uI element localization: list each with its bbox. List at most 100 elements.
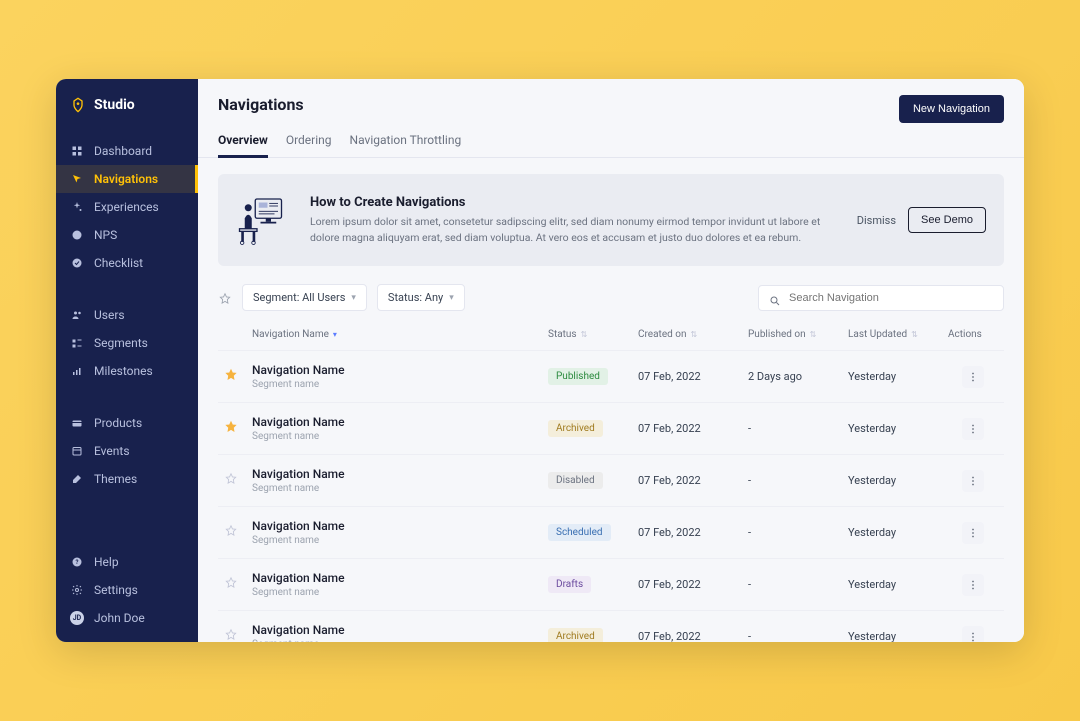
navigation-name: Navigation Name	[252, 519, 548, 533]
column-header-created[interactable]: Created on ⇅	[638, 329, 748, 340]
row-actions-button[interactable]	[962, 470, 984, 492]
see-demo-button[interactable]: See Demo	[908, 207, 986, 233]
created-cell: 07 Feb, 2022	[638, 578, 748, 591]
gear-icon	[70, 583, 84, 597]
sidebar-item-experiences[interactable]: Experiences	[56, 193, 198, 221]
sidebar-item-john-doe[interactable]: JDJohn Doe	[56, 604, 198, 632]
main-content: Navigations New Navigation Overview Order…	[198, 79, 1024, 642]
status-badge: Published	[548, 368, 608, 385]
column-header-status[interactable]: Status ⇅	[548, 329, 638, 340]
sidebar-item-checklist[interactable]: Checklist	[56, 249, 198, 277]
favorites-filter-icon[interactable]	[218, 291, 232, 305]
navigation-name-cell[interactable]: Navigation NameSegment name	[252, 519, 548, 546]
tab-navigation-throttling[interactable]: Navigation Throttling	[350, 133, 462, 157]
navigation-name-cell[interactable]: Navigation NameSegment name	[252, 415, 548, 442]
navigation-name-cell[interactable]: Navigation NameSegment name	[252, 467, 548, 494]
row-actions-button[interactable]	[962, 522, 984, 544]
tab-overview[interactable]: Overview	[218, 133, 268, 157]
sidebar-item-navigations[interactable]: Navigations	[56, 165, 198, 193]
toolbar: Segment: All Users ▾ Status: Any ▾	[198, 276, 1024, 319]
brand-name: Studio	[94, 97, 135, 113]
search-input[interactable]	[789, 292, 993, 304]
column-header-name[interactable]: Navigation Name ▾	[252, 329, 548, 340]
sidebar-item-settings[interactable]: Settings	[56, 576, 198, 604]
sidebar-item-events[interactable]: Events	[56, 437, 198, 465]
table-row: Navigation NameSegment nameDisabled07 Fe…	[218, 455, 1004, 507]
table-row: Navigation NameSegment nameDrafts07 Feb,…	[218, 559, 1004, 611]
star-toggle[interactable]	[224, 472, 252, 489]
chevron-down-icon: ▾	[449, 293, 454, 303]
avatar-icon: JD	[70, 611, 84, 625]
segments-icon	[70, 336, 84, 350]
tabs: Overview Ordering Navigation Throttling	[198, 123, 1024, 158]
status-cell: Archived	[548, 628, 638, 642]
sidebar-item-label: Help	[94, 555, 119, 569]
new-navigation-button[interactable]: New Navigation	[899, 95, 1004, 123]
star-toggle[interactable]	[224, 368, 252, 385]
star-toggle[interactable]	[224, 420, 252, 437]
star-icon	[224, 420, 238, 434]
sidebar-item-help[interactable]: ?Help	[56, 548, 198, 576]
star-toggle[interactable]	[224, 524, 252, 541]
page-title: Navigations	[218, 95, 304, 114]
app-window: Studio Dashboard Navigations ExperiencesNP…	[56, 79, 1024, 642]
sidebar-item-themes[interactable]: Themes	[56, 465, 198, 493]
segment-name: Segment name	[252, 379, 548, 390]
sidebar-item-dashboard[interactable]: Dashboard	[56, 137, 198, 165]
sidebar-item-milestones[interactable]: Milestones	[56, 357, 198, 385]
row-actions-button[interactable]	[962, 574, 984, 596]
actions-cell	[948, 522, 998, 544]
users-icon	[70, 308, 84, 322]
status-cell: Disabled	[548, 472, 638, 489]
segment-name: Segment name	[252, 483, 548, 494]
tab-ordering[interactable]: Ordering	[286, 133, 332, 157]
status-cell: Archived	[548, 420, 638, 437]
row-actions-button[interactable]	[962, 418, 984, 440]
kebab-icon	[967, 371, 979, 383]
sidebar-group-people: UsersSegmentsMilestones	[56, 295, 198, 391]
banner-text: How to Create Navigations Lorem ipsum do…	[310, 195, 839, 246]
navigation-name-cell[interactable]: Navigation NameSegment name	[252, 363, 548, 390]
navigations-table: Navigation Name ▾ Status ⇅ Created on ⇅ …	[198, 319, 1024, 642]
navigation-name-cell[interactable]: Navigation NameSegment name	[252, 623, 548, 642]
updated-cell: Yesterday	[848, 526, 948, 539]
sidebar-item-products[interactable]: Products	[56, 409, 198, 437]
sidebar-item-segments[interactable]: Segments	[56, 329, 198, 357]
sort-icon: ▾	[333, 330, 337, 339]
sidebar-item-nps[interactable]: NPS	[56, 221, 198, 249]
kebab-icon	[967, 579, 979, 591]
actions-cell	[948, 626, 998, 643]
sidebar-item-label: Navigations	[94, 172, 158, 186]
kebab-icon	[967, 527, 979, 539]
status-filter[interactable]: Status: Any ▾	[377, 284, 465, 311]
status-cell: Published	[548, 368, 638, 385]
updated-cell: Yesterday	[848, 370, 948, 383]
search-box[interactable]	[758, 285, 1004, 311]
status-cell: Scheduled	[548, 524, 638, 541]
star-toggle[interactable]	[224, 576, 252, 593]
chevron-down-icon: ▾	[351, 293, 356, 303]
star-icon	[224, 628, 238, 642]
star-toggle[interactable]	[224, 628, 252, 642]
table-row: Navigation NameSegment namePublished07 F…	[218, 351, 1004, 403]
dismiss-link[interactable]: Dismiss	[857, 214, 896, 227]
navigation-name: Navigation Name	[252, 415, 548, 429]
table-row: Navigation NameSegment nameArchived07 Fe…	[218, 611, 1004, 642]
segment-filter[interactable]: Segment: All Users ▾	[242, 284, 367, 311]
navigation-name-cell[interactable]: Navigation NameSegment name	[252, 571, 548, 598]
published-cell: -	[748, 578, 848, 591]
sidebar-item-users[interactable]: Users	[56, 301, 198, 329]
status-badge: Archived	[548, 420, 603, 437]
column-header-updated[interactable]: Last Updated ⇅	[848, 329, 948, 340]
updated-cell: Yesterday	[848, 422, 948, 435]
row-actions-button[interactable]	[962, 366, 984, 388]
actions-cell	[948, 574, 998, 596]
published-cell: -	[748, 474, 848, 487]
column-header-published[interactable]: Published on ⇅	[748, 329, 848, 340]
created-cell: 07 Feb, 2022	[638, 526, 748, 539]
published-cell: -	[748, 526, 848, 539]
row-actions-button[interactable]	[962, 626, 984, 643]
created-cell: 07 Feb, 2022	[638, 422, 748, 435]
sidebar-item-label: Products	[94, 416, 142, 430]
banner-title: How to Create Navigations	[310, 195, 839, 210]
